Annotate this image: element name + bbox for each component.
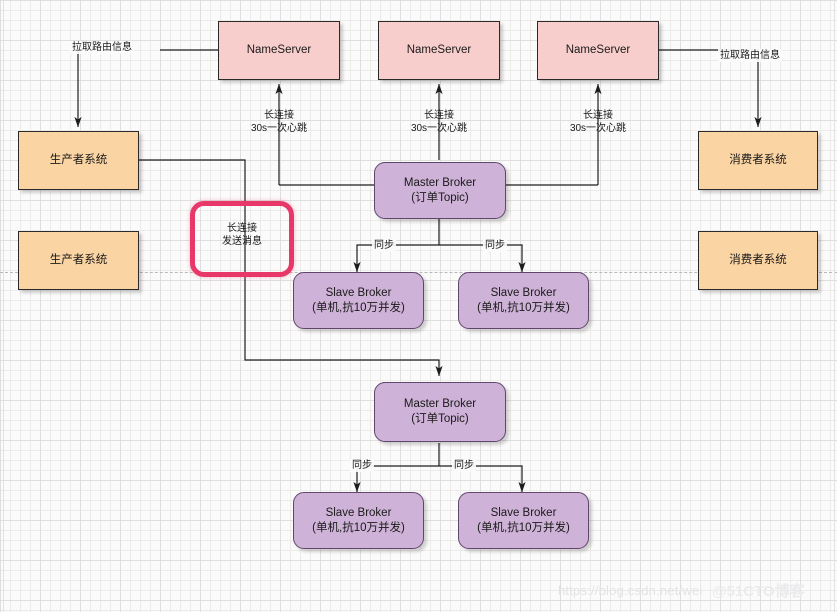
highlight-line2: 发送消息 bbox=[222, 236, 262, 247]
edge-sync-master1-slave2 bbox=[439, 244, 526, 273]
master-broker-2-title: Master Broker bbox=[403, 398, 477, 410]
node-slave-broker-3[interactable]: Slave Broker (单机,抗10万并发) bbox=[293, 492, 424, 549]
master-broker-1-subtitle: (订单Topic) bbox=[411, 191, 469, 204]
slave-broker-2-subtitle: (单机,抗10万并发) bbox=[477, 301, 570, 314]
slave-broker-3-subtitle: (单机,抗10万并发) bbox=[312, 521, 405, 534]
watermark-url: https://blog.csdn.net/wei bbox=[558, 583, 703, 598]
master-broker-2-subtitle: (订单Topic) bbox=[411, 413, 469, 425]
edge-label-heartbeat-2: 长连接 30s一次心跳 bbox=[409, 109, 469, 135]
node-slave-broker-2[interactable]: Slave Broker (单机,抗10万并发) bbox=[458, 272, 589, 329]
edge-label-sync-3: 同步 bbox=[350, 459, 374, 472]
edge-label-heartbeat-1: 长连接 30s一次心跳 bbox=[249, 109, 309, 135]
consumer-2-label: 消费者系统 bbox=[729, 254, 787, 266]
node-slave-broker-4[interactable]: Slave Broker (单机,抗10万并发) bbox=[458, 492, 589, 549]
edge-label-sync-2: 同步 bbox=[483, 239, 507, 252]
node-master-broker-1[interactable]: Master Broker (订单Topic) bbox=[374, 162, 506, 219]
node-slave-broker-1[interactable]: Slave Broker (单机,抗10万并发) bbox=[293, 272, 424, 329]
edge-sync-master1-slave1 bbox=[353, 244, 439, 273]
node-producer-1[interactable]: 生产者系统 bbox=[18, 131, 139, 190]
heartbeat-1-line1: 长连接 bbox=[264, 110, 294, 121]
heartbeat-1-line2: 30s一次心跳 bbox=[250, 123, 308, 134]
slave-broker-1-subtitle: (单机,抗10万并发) bbox=[312, 301, 405, 314]
edge-label-heartbeat-3: 长连接 30s一次心跳 bbox=[568, 109, 628, 135]
consumer-1-label: 消费者系统 bbox=[729, 154, 787, 166]
edge-label-sync-4: 同步 bbox=[452, 459, 476, 472]
node-nameserver-3[interactable]: NameServer bbox=[537, 21, 659, 80]
node-master-broker-2[interactable]: Master Broker (订单Topic) bbox=[374, 382, 506, 442]
producer-1-label: 生产者系统 bbox=[49, 154, 108, 166]
nameserver-2-label: NameServer bbox=[406, 44, 472, 56]
slave-broker-4-title: Slave Broker bbox=[490, 506, 557, 519]
highlight-callout-label: 长连接 发送消息 bbox=[212, 222, 272, 248]
nameserver-1-label: NameServer bbox=[246, 44, 312, 56]
node-nameserver-1[interactable]: NameServer bbox=[218, 21, 340, 80]
heartbeat-2-line1: 长连接 bbox=[424, 110, 454, 121]
slave-broker-3-title: Slave Broker bbox=[325, 506, 392, 519]
heartbeat-3-line2: 30s一次心跳 bbox=[569, 123, 627, 134]
highlight-line1: 长连接 bbox=[227, 223, 257, 234]
node-producer-2[interactable]: 生产者系统 bbox=[18, 231, 139, 290]
node-consumer-1[interactable]: 消费者系统 bbox=[698, 131, 818, 190]
node-consumer-2[interactable]: 消费者系统 bbox=[698, 231, 818, 290]
page-break-vertical-right bbox=[834, 0, 835, 612]
node-nameserver-2[interactable]: NameServer bbox=[378, 21, 500, 80]
page-break-vertical-left bbox=[3, 0, 4, 612]
edge-label-sync-1: 同步 bbox=[372, 239, 396, 252]
slave-broker-2-title: Slave Broker bbox=[490, 286, 557, 299]
watermark-brand: @51CTO博客 bbox=[712, 583, 805, 600]
heartbeat-3-line1: 长连接 bbox=[583, 110, 613, 121]
nameserver-3-label: NameServer bbox=[565, 44, 631, 56]
diagram-canvas: NameServer NameServer NameServer 生产者系统 生… bbox=[0, 0, 837, 612]
master-broker-1-title: Master Broker bbox=[403, 176, 477, 189]
slave-broker-4-subtitle: (单机,抗10万并发) bbox=[477, 521, 570, 534]
producer-2-label: 生产者系统 bbox=[49, 254, 108, 266]
heartbeat-2-line2: 30s一次心跳 bbox=[410, 123, 468, 134]
edge-label-pull-route-right: 拉取路由信息 bbox=[718, 49, 782, 62]
edge-label-pull-route-left: 拉取路由信息 bbox=[70, 41, 134, 54]
slave-broker-1-title: Slave Broker bbox=[325, 286, 392, 299]
